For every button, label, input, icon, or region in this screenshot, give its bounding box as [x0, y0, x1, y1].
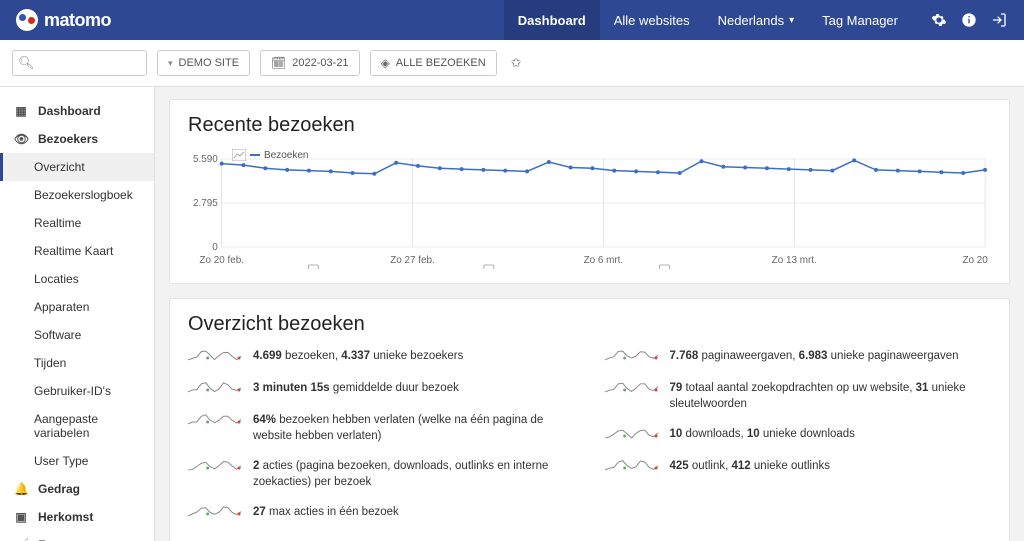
nav-language[interactable]: Nederlands▾ — [704, 0, 809, 40]
box-icon: ▣ — [14, 510, 28, 524]
sidebar-ecommerce[interactable]: 🛒E-commerce — [0, 531, 154, 541]
sidebar-item-software[interactable]: Software — [0, 321, 154, 349]
sidebar-item-user-type[interactable]: User Type — [0, 447, 154, 475]
sidebar-item-times[interactable]: Tijden — [0, 349, 154, 377]
stat-row: 7.768 paginaweergaven, 6.983 unieke pagi… — [605, 348, 992, 366]
svg-text:Zo 20 feb.: Zo 20 feb. — [199, 255, 244, 266]
bell-icon: 🔔 — [14, 482, 28, 496]
control-bar: 🔍︎ ▾ DEMO SITE 🗓 2022-03-21 ◈ ALLE BEZOE… — [0, 40, 1024, 87]
date-selector[interactable]: 🗓 2022-03-21 — [260, 50, 360, 76]
sidebar-item-realtime[interactable]: Realtime — [0, 209, 154, 237]
site-selector[interactable]: ▾ DEMO SITE — [157, 50, 250, 76]
top-nav: Dashboard Alle websites Nederlands▾ Tag … — [504, 0, 1008, 40]
legend-color-icon — [250, 154, 260, 156]
nav-tag-manager[interactable]: Tag Manager — [808, 0, 912, 40]
recent-visits-card: Recente bezoeken Bezoeken 0 2.795 5.590 Zo … — [169, 99, 1010, 284]
stat-row: 10 downloads, 10 unieke downloads — [605, 426, 992, 444]
grid-icon: ▦ — [14, 104, 28, 118]
top-bar: matomo Dashboard Alle websites Nederland… — [0, 0, 1024, 40]
stat-text: 10 downloads, 10 unieke downloads — [670, 426, 992, 442]
segment-icon: ◈ — [381, 56, 390, 70]
sidebar-item-realtime-map[interactable]: Realtime Kaart — [0, 237, 154, 265]
stat-row: 4.699 bezoeken, 4.337 unieke bezoekers — [188, 348, 575, 366]
stat-text: 7.768 paginaweergaven, 6.983 unieke pagi… — [670, 348, 992, 364]
logo-mark-icon — [16, 9, 38, 31]
caret-down-icon: ▾ — [789, 15, 794, 26]
sidebar-item-user-ids[interactable]: Gebruiker-ID's — [0, 377, 154, 405]
visitors-icon: 👁 — [14, 132, 28, 146]
stat-text: 64% bezoeken hebben verlaten (welke na é… — [253, 412, 575, 444]
logo[interactable]: matomo — [16, 9, 111, 31]
sidebar-item-overview[interactable]: Overzicht — [0, 153, 154, 181]
stat-text: 4.699 bezoeken, 4.337 unieke bezoekers — [253, 348, 575, 364]
stat-row: 2 acties (pagina bezoeken, downloads, ou… — [188, 458, 575, 490]
nav-dashboard[interactable]: Dashboard — [504, 0, 600, 40]
overview-title: Overzicht bezoeken — [188, 313, 991, 336]
stat-row: 79 totaal aantal zoekopdrachten op uw we… — [605, 380, 992, 412]
stat-row: 27 max acties in één bezoek — [188, 504, 575, 522]
sidebar-item-locations[interactable]: Locaties — [0, 265, 154, 293]
stat-row: 64% bezoeken hebben verlaten (welke na é… — [188, 412, 575, 444]
svg-text:Zo 6 mrt.: Zo 6 mrt. — [584, 255, 624, 266]
overview-card: Overzicht bezoeken 4.699 bezoeken, 4.337… — [169, 298, 1010, 541]
svg-text:Zo 20 mrt.: Zo 20 mrt. — [963, 255, 991, 266]
calendar-icon: 🗓 — [271, 56, 286, 70]
svg-text:0: 0 — [212, 242, 218, 253]
overview-left-column: 4.699 bezoeken, 4.337 unieke bezoekers 3 … — [188, 348, 575, 536]
search-wrapper: 🔍︎ — [12, 50, 147, 76]
caret-down-icon: ▾ — [168, 58, 173, 69]
stat-text: 79 totaal aantal zoekopdrachten op uw we… — [670, 380, 992, 412]
chart-legend: Bezoeken — [232, 149, 308, 161]
gear-icon[interactable] — [930, 11, 948, 29]
chart-type-icon — [232, 149, 246, 161]
sidebar-behavior[interactable]: 🔔Gedrag — [0, 475, 154, 503]
nav-all-websites[interactable]: Alle websites — [600, 0, 704, 40]
svg-text:2.795: 2.795 — [193, 198, 218, 209]
sidebar: ▦Dashboard 👁Bezoekers Overzicht Bezoeker… — [0, 87, 155, 541]
sidebar-item-devices[interactable]: Apparaten — [0, 293, 154, 321]
stat-text: 27 max acties in één bezoek — [253, 504, 575, 520]
visits-chart[interactable]: Bezoeken 0 2.795 5.590 Zo 20 feb. Zo 27 feb.… — [188, 149, 991, 269]
svg-text:Zo 27 feb.: Zo 27 feb. — [390, 255, 435, 266]
info-icon[interactable] — [960, 11, 978, 29]
logout-icon[interactable] — [990, 11, 1008, 29]
top-nav-icons — [930, 11, 1008, 29]
favorite-icon[interactable]: ✩ — [511, 55, 522, 71]
stat-row: 3 minuten 15s gemiddelde duur bezoek — [188, 380, 575, 398]
svg-text:Zo 13 mrt.: Zo 13 mrt. — [772, 255, 817, 266]
content-area: Recente bezoeken Bezoeken 0 2.795 5.590 Zo … — [155, 87, 1024, 541]
search-icon: 🔍︎ — [18, 55, 35, 71]
overview-right-column: 7.768 paginaweergaven, 6.983 unieke pagi… — [605, 348, 992, 536]
visits-line-chart: 0 2.795 5.590 Zo 20 feb. Zo 27 feb. Zo 6 mrt.… — [188, 149, 991, 269]
sidebar-item-custom-vars[interactable]: Aangepaste variabelen — [0, 405, 154, 447]
stat-text: 2 acties (pagina bezoeken, downloads, ou… — [253, 458, 575, 490]
stat-text: 425 outlink, 412 unieke outlinks — [670, 458, 992, 474]
recent-visits-title: Recente bezoeken — [188, 114, 991, 137]
sidebar-acquisition[interactable]: ▣Herkomst — [0, 503, 154, 531]
sidebar-visitors[interactable]: 👁Bezoekers — [0, 125, 154, 153]
sidebar-dashboard[interactable]: ▦Dashboard — [0, 97, 154, 125]
svg-text:5.590: 5.590 — [193, 154, 218, 165]
stat-row: 425 outlink, 412 unieke outlinks — [605, 458, 992, 476]
stat-text: 3 minuten 15s gemiddelde duur bezoek — [253, 380, 575, 396]
sidebar-item-log[interactable]: Bezoekerslogboek — [0, 181, 154, 209]
brand-name: matomo — [44, 10, 111, 31]
segment-selector[interactable]: ◈ ALLE BEZOEKEN — [370, 50, 497, 76]
